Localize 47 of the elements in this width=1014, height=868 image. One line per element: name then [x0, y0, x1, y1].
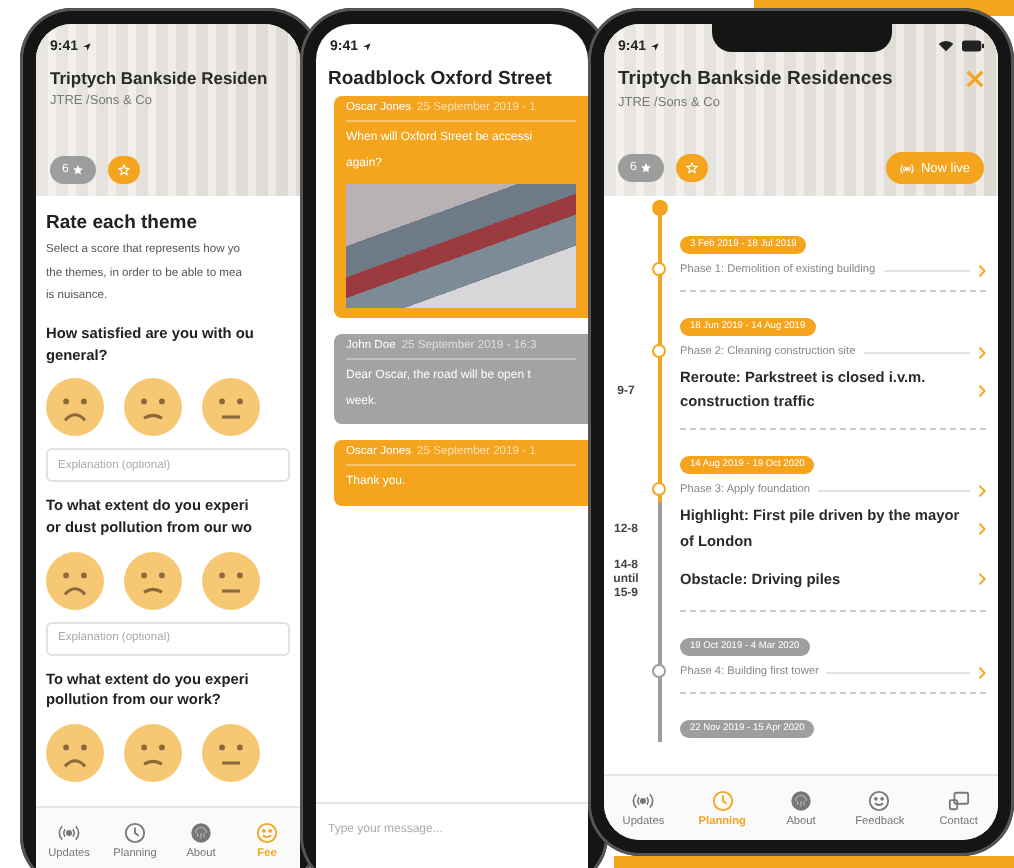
timeline-start-dot: [652, 200, 668, 216]
broadcast-icon: [632, 789, 655, 811]
chevron-icon[interactable]: [978, 483, 986, 498]
face-icon[interactable]: [202, 378, 260, 437]
broadcast-icon: [900, 161, 915, 175]
face-icon[interactable]: [46, 551, 104, 610]
face-icon[interactable]: [46, 378, 104, 437]
chevron-icon[interactable]: [978, 383, 986, 398]
face-icon[interactable]: [202, 551, 260, 610]
close-icon[interactable]: [966, 70, 984, 88]
face-icon[interactable]: [124, 724, 182, 783]
star-icon: [686, 162, 699, 174]
chat-screen-icon: [947, 789, 970, 811]
broadcast-icon: [58, 821, 80, 843]
clock-icon: [711, 789, 734, 811]
location-arrow-icon: [82, 41, 93, 51]
chevron-icon[interactable]: [978, 522, 986, 537]
star-icon: [72, 164, 85, 176]
phase-node: [652, 664, 666, 679]
phase-node: [652, 262, 666, 276]
star-icon: [118, 164, 131, 176]
project-title: Triptych Bankside Residen: [50, 68, 270, 88]
chevron-icon[interactable]: [978, 665, 986, 680]
star-icon: [640, 162, 653, 174]
favorite-button[interactable]: [676, 154, 709, 182]
face-icon[interactable]: [124, 551, 182, 610]
face-icon[interactable]: [124, 378, 182, 437]
project-title: Triptych Bankside Residences: [618, 68, 893, 90]
fingerprint-icon: [790, 789, 813, 811]
phase-node: [652, 482, 666, 497]
phase-node: [652, 344, 666, 358]
smiley-icon: [868, 789, 891, 811]
favorite-button[interactable]: [108, 156, 141, 184]
battery-icon: [962, 40, 984, 52]
chevron-icon[interactable]: [978, 572, 986, 587]
face-icon[interactable]: [46, 724, 104, 783]
section-heading: Rate each theme: [46, 212, 200, 234]
chevron-icon[interactable]: [978, 263, 986, 277]
conversation-title: Roadblock Oxford Street: [326, 66, 554, 94]
face-icon[interactable]: [202, 724, 260, 783]
fingerprint-icon: [190, 821, 212, 843]
smiley-icon: [256, 821, 278, 843]
chevron-icon[interactable]: [978, 345, 986, 359]
location-arrow-icon: [362, 41, 373, 51]
wifi-icon: [938, 40, 954, 52]
location-arrow-icon: [650, 41, 661, 51]
clock-icon: [124, 821, 146, 843]
